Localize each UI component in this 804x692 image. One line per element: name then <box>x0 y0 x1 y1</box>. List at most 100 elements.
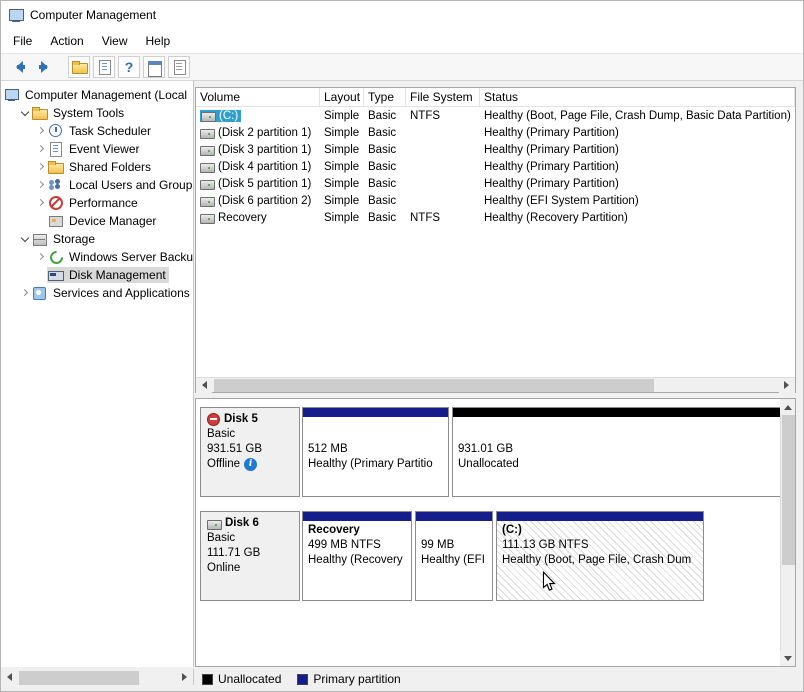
computer-icon <box>4 88 19 102</box>
column-header-layout[interactable]: Layout <box>320 88 364 106</box>
scroll-right-button[interactable] <box>779 378 795 393</box>
disk6-efi-partition[interactable]: 99 MB Healthy (EFI <box>415 511 493 601</box>
services-applications-icon <box>32 286 47 300</box>
tree-item-label: Services and Applications <box>50 285 193 301</box>
chevron-right-icon[interactable] <box>35 197 47 209</box>
drive-icon <box>200 212 215 224</box>
tree-item-disk-management[interactable]: Disk Management <box>1 266 193 284</box>
disk-6-partitions: Recovery 499 MB NTFS Healthy (Recovery 9… <box>302 511 704 601</box>
disk5-unallocated[interactable]: 931.01 GB Unallocated <box>452 407 788 497</box>
chevron-right-icon[interactable] <box>35 251 47 263</box>
tree-item-shared-folders[interactable]: Shared Folders <box>1 158 193 176</box>
scroll-left-button[interactable] <box>196 378 212 393</box>
chevron-right-icon[interactable] <box>35 161 47 173</box>
chevron-down-icon[interactable] <box>19 233 31 245</box>
export-list-button[interactable] <box>93 56 115 78</box>
console-tree: Computer Management (Local System Tools … <box>1 81 194 667</box>
volume-name: (C:) <box>219 110 238 122</box>
scrollbar-thumb[interactable] <box>19 671 139 685</box>
chevron-right-icon[interactable] <box>35 125 47 137</box>
new-window-button[interactable] <box>143 56 165 78</box>
scroll-left-button[interactable] <box>1 670 17 685</box>
show-console-tree-button[interactable] <box>68 56 90 78</box>
volume-name: (Disk 4 partition 1) <box>218 161 311 173</box>
disk-5-info[interactable]: Disk 5 Basic 931.51 GB Offline <box>200 407 300 497</box>
drive-icon <box>200 127 215 139</box>
primary-partition-bar <box>303 408 448 417</box>
volume-row-disk5-p1[interactable]: (Disk 5 partition 1) Simple Basic Health… <box>196 175 795 192</box>
primary-partition-bar <box>416 512 492 521</box>
tree-item-device-manager[interactable]: Device Manager <box>1 212 193 230</box>
tree-item-label: Task Scheduler <box>66 123 154 139</box>
tree-item-performance[interactable]: Performance <box>1 194 193 212</box>
tree-item-event-viewer[interactable]: Event Viewer <box>1 140 193 158</box>
disk-view-vertical-scrollbar[interactable] <box>780 399 795 666</box>
volume-name: (Disk 6 partition 2) <box>218 195 311 207</box>
partition-size: 111.13 GB NTFS <box>502 538 698 553</box>
drive-icon <box>200 161 215 173</box>
column-header-type[interactable]: Type <box>364 88 406 106</box>
tree-horizontal-scrollbar[interactable] <box>1 669 194 685</box>
volume-name: (Disk 5 partition 1) <box>218 178 311 190</box>
scrollbar-track[interactable] <box>212 378 779 393</box>
properties-button[interactable] <box>168 56 190 78</box>
menu-help[interactable]: Help <box>137 30 180 52</box>
scrollbar-track[interactable] <box>17 670 177 685</box>
volume-type: Basic <box>364 212 406 224</box>
disk-6-info[interactable]: Disk 6 Basic 111.71 GB Online <box>200 511 300 601</box>
volume-list-horizontal-scrollbar[interactable] <box>196 377 795 392</box>
disk6-c-partition[interactable]: (C:) 111.13 GB NTFS Healthy (Boot, Page … <box>496 511 704 601</box>
volume-fs: NTFS <box>406 212 480 224</box>
volume-type: Basic <box>364 161 406 173</box>
info-icon[interactable] <box>244 458 257 471</box>
disk-5-row: Disk 5 Basic 931.51 GB Offline 512 MB He… <box>200 407 778 497</box>
tree-item-system-tools[interactable]: System Tools <box>1 104 193 122</box>
chevron-right-icon[interactable] <box>19 287 31 299</box>
volume-name: (Disk 2 partition 1) <box>218 127 311 139</box>
partition-status: Healthy (Recovery <box>308 553 406 568</box>
volume-row-disk3-p1[interactable]: (Disk 3 partition 1) Simple Basic Health… <box>196 141 795 158</box>
menu-view[interactable]: View <box>93 30 137 52</box>
primary-partition-swatch <box>297 674 308 685</box>
help-button[interactable] <box>118 56 140 78</box>
tree-item-computer-management[interactable]: Computer Management (Local <box>1 86 193 104</box>
volume-row-disk4-p1[interactable]: (Disk 4 partition 1) Simple Basic Health… <box>196 158 795 175</box>
partition-size: 99 MB <box>421 538 487 553</box>
tree-item-windows-server-backup[interactable]: Windows Server Backup <box>1 248 193 266</box>
chevron-right-icon[interactable] <box>35 179 47 191</box>
mouse-cursor <box>542 571 556 592</box>
tree-item-label: Device Manager <box>66 213 159 229</box>
scrollbar-track[interactable] <box>781 414 796 651</box>
disk-type: Basic <box>207 427 293 442</box>
scrollbar-thumb[interactable] <box>782 415 795 565</box>
column-header-file-system[interactable]: File System <box>406 88 480 106</box>
column-header-volume[interactable]: Volume <box>196 88 320 106</box>
scrollbar-thumb[interactable] <box>214 379 654 392</box>
chevron-down-icon[interactable] <box>19 107 31 119</box>
volume-row-disk6-p2[interactable]: (Disk 6 partition 2) Simple Basic Health… <box>196 192 795 209</box>
scroll-up-button[interactable] <box>780 399 796 414</box>
tree-item-services-and-applications[interactable]: Services and Applications <box>1 284 193 302</box>
volume-row-c[interactable]: (C:) Simple Basic NTFS Healthy (Boot, Pa… <box>196 107 795 124</box>
chevron-right-icon[interactable] <box>35 143 47 155</box>
forward-button[interactable] <box>33 56 57 78</box>
legend-label: Primary partition <box>313 672 400 686</box>
menu-action[interactable]: Action <box>41 30 92 52</box>
menu-file[interactable]: File <box>4 30 41 52</box>
tree-item-task-scheduler[interactable]: Task Scheduler <box>1 122 193 140</box>
tree-item-local-users-and-groups[interactable]: Local Users and Groups <box>1 176 193 194</box>
selected-volume-highlight: (C:) <box>200 110 241 122</box>
disk5-partition-1[interactable]: 512 MB Healthy (Primary Partitio <box>302 407 449 497</box>
scroll-right-button[interactable] <box>177 670 193 685</box>
disk-management-icon <box>48 268 63 282</box>
partition-legend: Unallocated Primary partition <box>194 672 401 686</box>
volume-row-disk2-p1[interactable]: (Disk 2 partition 1) Simple Basic Health… <box>196 124 795 141</box>
column-header-status[interactable]: Status <box>480 88 795 106</box>
disk-name: Disk 5 <box>224 412 258 427</box>
disk6-recovery-partition[interactable]: Recovery 499 MB NTFS Healthy (Recovery <box>302 511 412 601</box>
scroll-down-button[interactable] <box>780 651 796 666</box>
legend-primary-partition: Primary partition <box>297 672 400 686</box>
back-button[interactable] <box>6 56 30 78</box>
tree-item-storage[interactable]: Storage <box>1 230 193 248</box>
volume-row-recovery[interactable]: Recovery Simple Basic NTFS Healthy (Reco… <box>196 209 795 226</box>
